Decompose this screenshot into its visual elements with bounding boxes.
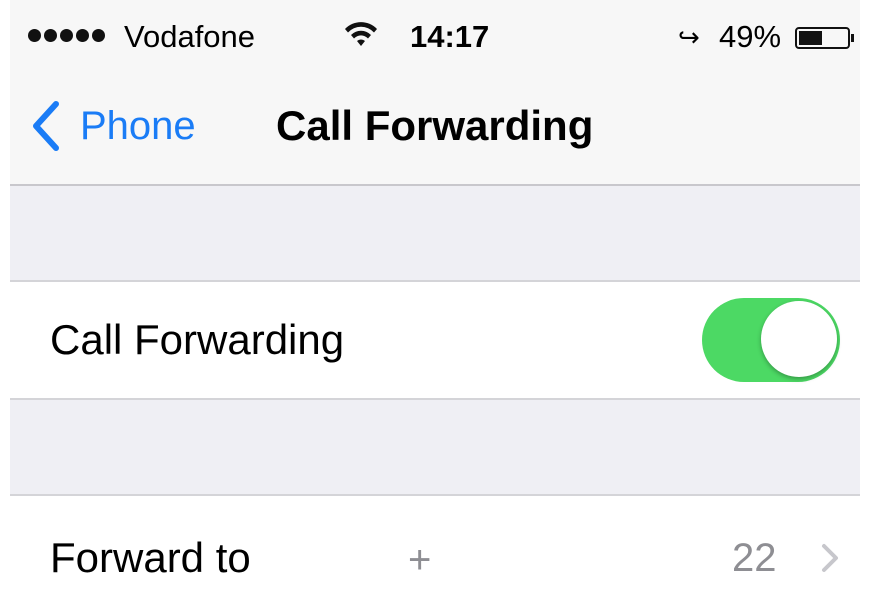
forward-number-value: 22 (732, 536, 777, 580)
call-forwarding-toggle[interactable] (702, 298, 840, 382)
signal-strength-icon (28, 29, 105, 42)
back-button-label: Phone (80, 104, 196, 148)
battery-percentage: 49% (719, 19, 782, 54)
call-forwarding-row: Call Forwarding (10, 280, 860, 400)
section-spacer (10, 400, 860, 494)
page-title: Call Forwarding (276, 102, 594, 149)
back-button[interactable]: Phone (30, 96, 196, 156)
carrier-name: Vodafone (124, 19, 256, 54)
call-forward-icon: ↪ (678, 22, 700, 52)
toggle-knob (761, 301, 837, 377)
chevron-left-icon (33, 101, 59, 151)
status-bar: Vodafone 14:17 ↪ 49% (10, 0, 860, 74)
section-spacer (10, 186, 860, 280)
forward-to-label: Forward to (50, 534, 251, 581)
phone-screen: Vodafone 14:17 ↪ 49% Phone Call Forwardi… (10, 0, 860, 611)
forward-to-row[interactable]: Forward to + 22 (10, 494, 860, 611)
chevron-right-icon (822, 544, 838, 572)
wifi-icon (345, 22, 377, 46)
forward-number-prefix: + (408, 538, 432, 582)
call-forwarding-label: Call Forwarding (50, 316, 345, 363)
clock: 14:17 (410, 19, 490, 54)
battery-icon (795, 27, 854, 49)
navigation-bar: Phone Call Forwarding (10, 74, 860, 186)
